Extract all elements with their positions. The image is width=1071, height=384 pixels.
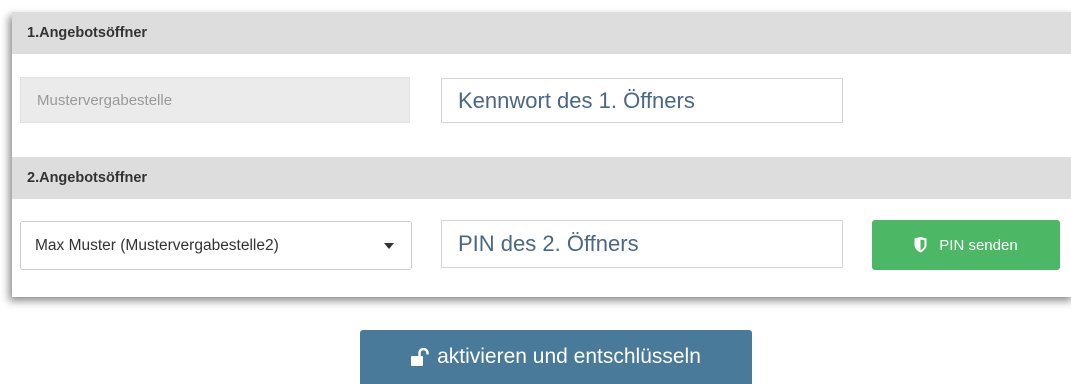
opener-panel: 1.Angebotsöffner Mustervergabestelle 2.A… <box>12 12 1071 297</box>
unlock-icon <box>411 348 429 366</box>
shield-icon <box>914 237 927 253</box>
opener-2-select[interactable]: Max Muster (Mustervergabestelle2) <box>20 221 412 270</box>
send-pin-button[interactable]: PIN senden <box>872 220 1060 270</box>
section-title-opener-1: 1.Angebotsöffner <box>27 25 148 41</box>
send-pin-label: PIN senden <box>939 236 1018 254</box>
organisation-field: Mustervergabestelle <box>20 77 410 123</box>
activate-decrypt-label: aktivieren und entschlüsseln <box>437 345 701 368</box>
activate-decrypt-button[interactable]: aktivieren und entschlüsseln <box>360 330 752 384</box>
organisation-value: Mustervergabestelle <box>37 91 173 109</box>
section-title-opener-2: 2.Angebotsöffner <box>27 170 148 186</box>
password-input-opener-1[interactable] <box>441 78 843 123</box>
chevron-down-icon <box>384 243 394 249</box>
section-header-opener-2: 2.Angebotsöffner <box>12 157 1071 199</box>
selected-opener-value: Max Muster (Mustervergabestelle2) <box>35 236 279 254</box>
pin-input-opener-2[interactable] <box>441 220 843 268</box>
section-header-opener-1: 1.Angebotsöffner <box>12 12 1071 54</box>
